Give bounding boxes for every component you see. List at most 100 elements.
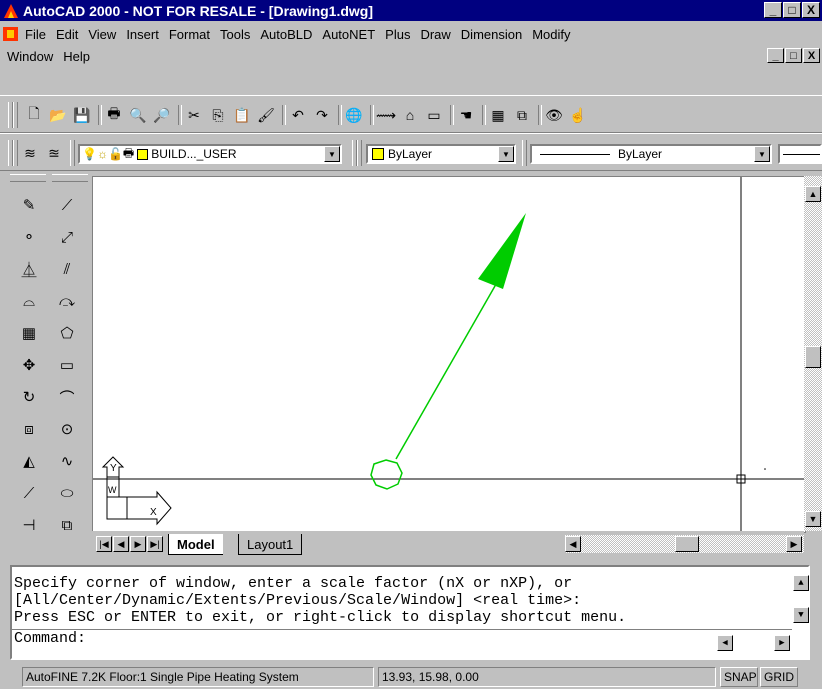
- maximize-button[interactable]: □: [783, 2, 801, 18]
- scale-icon[interactable]: ⧈: [18, 418, 40, 440]
- copy-icon[interactable]: ⎘: [208, 105, 228, 125]
- scroll-up-arrow-icon[interactable]: ▲: [805, 186, 821, 202]
- linetype-control-dropdown[interactable]: ByLayer ▼: [530, 144, 772, 164]
- insert-block-icon[interactable]: ⧉: [56, 514, 78, 536]
- erase-icon[interactable]: ✎: [18, 194, 40, 216]
- lengthen-icon[interactable]: ⟋: [18, 482, 40, 504]
- aerial-view-icon[interactable]: ▦: [488, 105, 508, 125]
- menu-edit[interactable]: Edit: [51, 27, 83, 42]
- make-layer-current-icon[interactable]: ≋: [20, 143, 40, 163]
- stretch-icon[interactable]: ◭: [18, 450, 40, 472]
- zoom-icon[interactable]: ☝: [568, 105, 588, 125]
- new-icon[interactable]: 🗋: [24, 105, 44, 125]
- snap-toggle[interactable]: SNAP: [720, 667, 758, 687]
- polygon-icon[interactable]: ⬠: [56, 322, 78, 344]
- paste-icon[interactable]: 📋: [232, 105, 252, 125]
- menu-draw[interactable]: Draw: [415, 27, 455, 42]
- rotate-icon[interactable]: ↻: [18, 386, 40, 408]
- tab-layout1[interactable]: Layout1: [238, 534, 303, 555]
- 3d-orbit-icon[interactable]: 👁: [544, 105, 564, 125]
- menu-format[interactable]: Format: [164, 27, 215, 42]
- doc-restore-button[interactable]: □: [785, 48, 802, 63]
- spline-icon[interactable]: ∿: [56, 450, 78, 472]
- layer-control-dropdown[interactable]: 💡 ☼ 🔓 🖶 BUILD..._USER ▼: [78, 144, 342, 164]
- layers-icon[interactable]: ≊: [44, 143, 64, 163]
- inquiry-icon[interactable]: ▭: [424, 105, 444, 125]
- menu-tools[interactable]: Tools: [215, 27, 255, 42]
- grid-toggle[interactable]: GRID: [760, 667, 798, 687]
- draw-toolbar-grip[interactable]: [52, 174, 88, 182]
- chevron-down-icon[interactable]: ▼: [498, 146, 514, 162]
- toolbar-grip[interactable]: [13, 102, 18, 128]
- spelling-icon[interactable]: 🔎: [152, 105, 172, 125]
- line-icon[interactable]: ⟋: [56, 194, 78, 216]
- print-preview-icon[interactable]: 🔍: [128, 105, 148, 125]
- color-control-dropdown[interactable]: ByLayer ▼: [366, 144, 516, 164]
- object-snap-icon[interactable]: ⟿: [376, 105, 396, 125]
- modify-toolbar-grip[interactable]: [10, 174, 46, 182]
- chevron-down-icon[interactable]: ▼: [324, 146, 340, 162]
- copy-object-icon[interactable]: ⚬: [18, 226, 40, 248]
- lineweight-control-dropdown[interactable]: [778, 144, 822, 164]
- rectangle-icon[interactable]: ▭: [56, 354, 78, 376]
- vertical-scrollbar[interactable]: ▲ ▼: [804, 176, 822, 531]
- open-icon[interactable]: 📂: [48, 105, 68, 125]
- ellipse-icon[interactable]: ⬭: [56, 482, 78, 504]
- multiline-icon[interactable]: ⫽: [56, 258, 78, 280]
- menu-plus[interactable]: Plus: [380, 27, 415, 42]
- doc-close-button[interactable]: X: [803, 48, 820, 63]
- trim-icon[interactable]: ⊣: [18, 514, 40, 536]
- command-prompt[interactable]: Command:: [14, 630, 86, 647]
- first-tab-icon[interactable]: |◀: [96, 536, 112, 552]
- coordinates-readout[interactable]: 13.93, 15.98, 0.00: [378, 667, 716, 687]
- cut-icon[interactable]: ✂: [184, 105, 204, 125]
- array-icon[interactable]: ▦: [18, 322, 40, 344]
- arc-icon[interactable]: ⌒: [56, 386, 78, 408]
- document-icon[interactable]: [2, 26, 20, 42]
- offset-icon[interactable]: ⌓: [18, 290, 40, 312]
- mirror-icon[interactable]: ⏅: [18, 258, 40, 280]
- menu-window[interactable]: Window: [2, 49, 58, 64]
- ucs-icon-button[interactable]: ⌂: [400, 105, 420, 125]
- pan-realtime-icon[interactable]: ☚: [456, 105, 476, 125]
- scroll-left-arrow-icon[interactable]: ◀: [717, 635, 733, 651]
- web-browser-icon[interactable]: 🌐: [344, 105, 364, 125]
- undo-icon[interactable]: ↶: [288, 105, 308, 125]
- named-views-icon[interactable]: ⧉: [512, 105, 532, 125]
- prev-tab-icon[interactable]: ◀: [113, 536, 129, 552]
- match-properties-icon[interactable]: 🖌: [256, 105, 276, 125]
- menu-file[interactable]: File: [20, 27, 51, 42]
- menu-dimension[interactable]: Dimension: [456, 27, 527, 42]
- tab-model[interactable]: Model: [168, 534, 223, 555]
- circle-icon[interactable]: ⊙: [56, 418, 78, 440]
- redo-icon[interactable]: ↷: [312, 105, 332, 125]
- scroll-down-arrow-icon[interactable]: ▼: [805, 511, 821, 527]
- scroll-right-arrow-icon[interactable]: ▶: [786, 536, 802, 552]
- chevron-down-icon[interactable]: ▼: [754, 146, 770, 162]
- drawing-area[interactable]: Y W X: [92, 176, 806, 533]
- save-icon[interactable]: 💾: [72, 105, 92, 125]
- doc-minimize-button[interactable]: _: [767, 48, 784, 63]
- vertical-scroll-thumb[interactable]: [805, 346, 821, 368]
- last-tab-icon[interactable]: ▶|: [147, 536, 163, 552]
- menu-modify[interactable]: Modify: [527, 27, 575, 42]
- scroll-down-arrow-icon[interactable]: ▼: [793, 607, 809, 623]
- scroll-up-arrow-icon[interactable]: ▲: [793, 575, 809, 591]
- construction-line-icon[interactable]: ⤢: [56, 226, 78, 248]
- move-icon[interactable]: ✥: [18, 354, 40, 376]
- polyline-icon[interactable]: ⤼: [56, 290, 78, 312]
- menu-autobld[interactable]: AutoBLD: [255, 27, 317, 42]
- horizontal-scrollbar[interactable]: ◀ ▶: [565, 535, 804, 553]
- scroll-left-arrow-icon[interactable]: ◀: [565, 536, 581, 552]
- close-button[interactable]: X: [802, 2, 820, 18]
- scroll-right-arrow-icon[interactable]: ▶: [774, 635, 790, 651]
- menu-autonet[interactable]: AutoNET: [317, 27, 380, 42]
- menu-help[interactable]: Help: [58, 49, 95, 64]
- horizontal-scroll-thumb[interactable]: [675, 536, 699, 552]
- command-window[interactable]: Specify corner of window, enter a scale …: [10, 565, 810, 660]
- next-tab-icon[interactable]: ▶: [130, 536, 146, 552]
- menu-insert[interactable]: Insert: [121, 27, 164, 42]
- menu-view[interactable]: View: [83, 27, 121, 42]
- toolbar-grip[interactable]: [13, 140, 18, 166]
- minimize-button[interactable]: _: [764, 2, 782, 18]
